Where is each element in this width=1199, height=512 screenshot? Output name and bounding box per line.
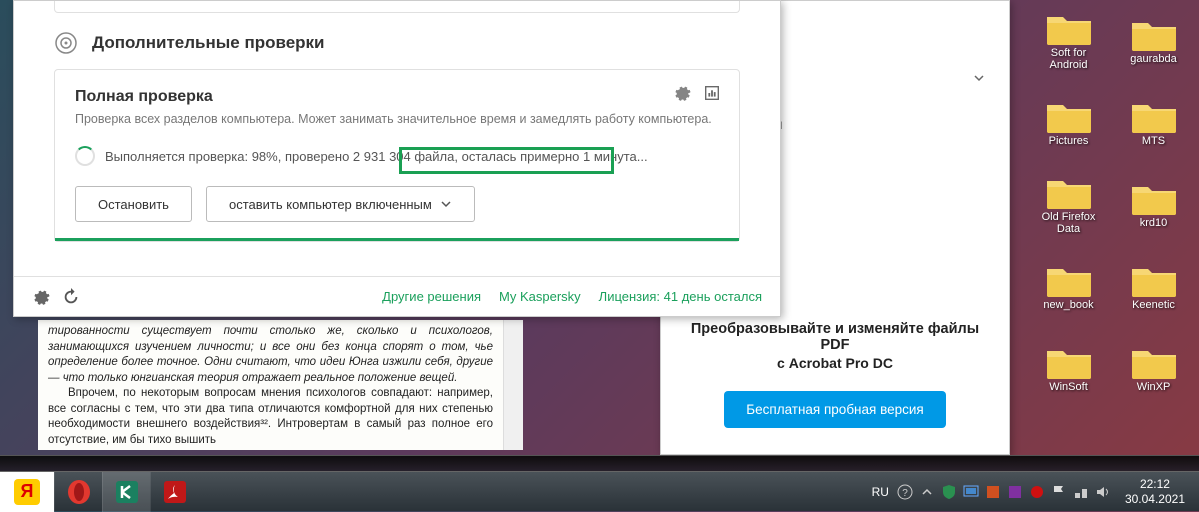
language-indicator[interactable]: RU <box>872 485 889 499</box>
app-tray-icon[interactable] <box>1029 484 1045 500</box>
previous-card-edge <box>54 1 740 13</box>
other-solutions-link[interactable]: Другие решения <box>382 289 481 304</box>
tray-chevron-icon[interactable] <box>919 484 935 500</box>
desktop-icons-area: Soft for Android Pictures Old Firefox Da… <box>1029 0 1199 450</box>
scan-status-text: Выполняется проверка: 98%, проверено 2 9… <box>105 149 648 164</box>
shield-icon[interactable] <box>941 484 957 500</box>
app-tray-icon[interactable] <box>985 484 1001 500</box>
system-tray: RU ? 22:12 30.04.2021 <box>872 472 1199 512</box>
refresh-icon[interactable] <box>62 288 80 306</box>
progress-indicator <box>55 238 739 241</box>
gear-icon[interactable] <box>673 84 691 102</box>
report-icon[interactable] <box>703 84 721 102</box>
folder-icon <box>1045 263 1093 299</box>
kaspersky-icon <box>114 479 140 505</box>
promo-title: Преобразовывайте и изменяйте файлы PDF <box>681 321 989 353</box>
desktop-icon[interactable]: krd10 <box>1116 166 1191 244</box>
chevron-down-icon <box>973 72 985 84</box>
acrobat-icon <box>162 479 188 505</box>
kaspersky-footer: Другие решения My Kaspersky Лицензия: 41… <box>14 276 780 316</box>
folder-icon <box>1130 345 1178 381</box>
section-title: Дополнительные проверки <box>92 33 325 53</box>
network-icon[interactable] <box>1073 484 1089 500</box>
desktop-icon[interactable]: WinXP <box>1116 330 1191 408</box>
folder-icon <box>1130 181 1178 217</box>
target-icon <box>54 31 78 55</box>
full-scan-card: Полная проверка Проверка всех разделов к… <box>54 69 740 242</box>
clock[interactable]: 22:12 30.04.2021 <box>1119 477 1191 506</box>
kaspersky-window: Дополнительные проверки Полная проверка … <box>13 0 781 317</box>
taskbar: Я RU ? 22:12 30.04.2021 <box>0 471 1199 511</box>
folder-icon <box>1045 175 1093 211</box>
folder-icon <box>1130 263 1178 299</box>
license-link[interactable]: Лицензия: 41 день остался <box>599 289 762 304</box>
desktop-icon[interactable]: WinSoft <box>1031 330 1106 408</box>
taskbar-background-strip <box>0 455 1199 471</box>
card-description: Проверка всех разделов компьютера. Может… <box>75 112 719 126</box>
folder-icon <box>1130 17 1178 53</box>
monitor-icon[interactable] <box>963 484 979 500</box>
promo-subtitle: с Acrobat Pro DC <box>681 355 989 371</box>
folder-icon <box>1130 99 1178 135</box>
stop-button[interactable]: Остановить <box>75 186 192 222</box>
document-page-text: тированности существует почти столько же… <box>38 320 503 450</box>
desktop-icon[interactable]: MTS <box>1116 84 1191 162</box>
flag-icon[interactable] <box>1051 484 1067 500</box>
desktop-icon[interactable]: Old Firefox Data <box>1031 166 1106 244</box>
folder-icon <box>1045 11 1093 47</box>
volume-icon[interactable] <box>1095 484 1111 500</box>
taskbar-acrobat[interactable] <box>150 472 198 512</box>
svg-text:?: ? <box>902 488 908 499</box>
acrobat-promo: Преобразовывайте и изменяйте файлы PDF с… <box>661 293 1009 456</box>
card-title: Полная проверка <box>75 88 719 106</box>
desktop-icon[interactable]: Soft for Android <box>1031 2 1106 80</box>
help-icon[interactable]: ? <box>897 484 913 500</box>
taskbar-opera[interactable] <box>54 472 102 512</box>
app-tray-icon[interactable] <box>1007 484 1023 500</box>
start-button[interactable]: Я <box>0 472 54 512</box>
desktop-icon[interactable]: new_book <box>1031 248 1106 326</box>
chevron-down-icon <box>440 198 452 210</box>
power-action-dropdown[interactable]: оставить компьютер включенным <box>206 186 475 222</box>
folder-icon <box>1045 99 1093 135</box>
desktop-icon[interactable]: Pictures <box>1031 84 1106 162</box>
free-trial-button[interactable]: Бесплатная пробная версия <box>724 391 945 428</box>
spinner-icon <box>75 146 95 166</box>
folder-icon <box>1045 345 1093 381</box>
desktop-icon[interactable]: Keenetic <box>1116 248 1191 326</box>
my-kaspersky-link[interactable]: My Kaspersky <box>499 289 581 304</box>
desktop-icon[interactable]: gaurabda <box>1116 2 1191 80</box>
opera-icon <box>66 479 92 505</box>
document-scrollbar[interactable] <box>503 320 523 450</box>
yandex-icon: Я <box>14 479 40 505</box>
gear-icon[interactable] <box>32 288 50 306</box>
taskbar-kaspersky[interactable] <box>102 472 150 512</box>
